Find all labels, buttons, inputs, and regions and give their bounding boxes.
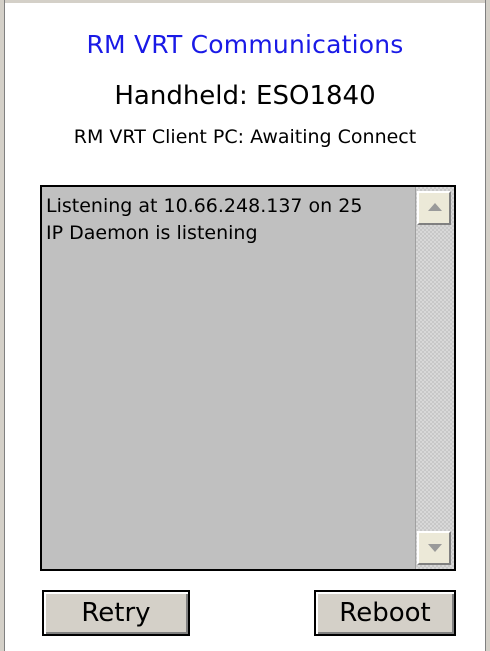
log-line: IP Daemon is listening [46, 222, 258, 244]
reboot-button[interactable]: Reboot [314, 590, 456, 636]
log-textbox[interactable]: Listening at 10.66.248.137 on 25 IP Daem… [40, 185, 456, 571]
log-content: Listening at 10.66.248.137 on 25 IP Daem… [46, 193, 416, 247]
arrow-down-icon [428, 544, 442, 552]
arrow-up-icon [428, 203, 442, 211]
log-line: Listening at 10.66.248.137 on 25 [46, 195, 363, 217]
retry-button[interactable]: Retry [42, 590, 190, 636]
scroll-up-button[interactable] [417, 191, 451, 225]
app-title: RM VRT Communications [86, 30, 404, 59]
client-status: RM VRT Client PC: Awaiting Connect [73, 126, 417, 148]
window-top-edge [0, 0, 490, 3]
scroll-down-button[interactable] [417, 531, 451, 565]
vertical-scrollbar[interactable] [415, 187, 454, 569]
handheld-id: Handheld: ESO1840 [114, 81, 376, 111]
